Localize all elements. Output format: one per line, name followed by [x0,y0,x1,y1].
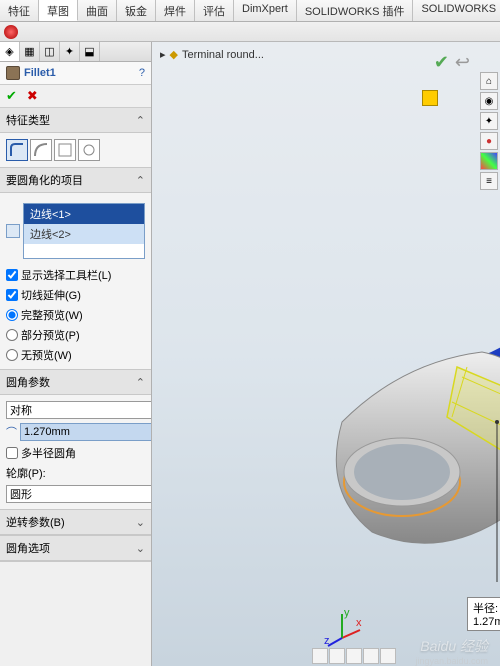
edge-item-2[interactable]: 边线<2> [24,224,144,244]
sidetab-config-icon[interactable]: ◫ [40,42,60,61]
callout-value: 1.27mm [473,616,500,628]
profile-select[interactable] [6,485,152,503]
section-reverse-header[interactable]: 逆转参数(B)⌄ [0,510,151,535]
section-items-header[interactable]: 要圆角化的项目⌃ [0,168,151,193]
view1-icon[interactable] [312,648,328,664]
type-full-icon[interactable] [78,139,100,161]
orientation-triad[interactable]: x y z [322,608,362,648]
svg-text:x: x [356,617,362,629]
3d-viewport[interactable]: ▸ ◆ Terminal round... ✔ ↩ ⌂ ◉ ✦ ● ≡ [152,42,500,666]
crumb-text: Terminal round... [182,49,264,61]
accept-button[interactable]: ✔ [6,88,17,104]
side-tab-bar: ◈ ▦ ◫ ✦ ⬓ [0,42,151,62]
home-icon[interactable]: ⌂ [480,72,498,90]
radius-icon: ⌒ [6,424,17,440]
view4-icon[interactable] [363,648,379,664]
top-tab-bar: 特征 草图 曲面 钣金 焊件 评估 DimXpert SOLIDWORKS 插件… [0,0,500,22]
cancel-button[interactable]: ✖ [27,88,38,104]
tab-surface[interactable]: 曲面 [78,0,117,21]
confirm-row: ✔ ✖ [0,85,151,108]
feature-name: Fillet1 [24,67,56,79]
svg-text:y: y [344,608,350,619]
tangent-label: 切线延伸(G) [21,287,81,303]
tab-dimxpert[interactable]: DimXpert [234,0,297,21]
model-render [302,162,500,582]
edge-listbox[interactable]: 边线<1> 边线<2> [23,203,145,259]
callout-label: 半径: [473,603,498,615]
type-variable-icon[interactable] [30,139,52,161]
view5-icon[interactable] [380,648,396,664]
compass-icon[interactable]: ✦ [480,112,498,130]
no-preview-label: 无预览(W) [21,347,72,363]
sidetab-display-icon[interactable]: ✦ [60,42,80,61]
tab-sheetmetal[interactable]: 钣金 [117,0,156,21]
tab-weldment[interactable]: 焊件 [156,0,195,21]
svg-text:z: z [324,635,330,647]
viewport-cancel-button[interactable]: ↩ [455,52,470,73]
flag-marker-icon[interactable] [422,90,438,106]
viewport-accept-button[interactable]: ✔ [434,52,449,73]
profile-label: 轮廓(P): [6,465,46,481]
breadcrumb[interactable]: ▸ ◆ Terminal round... [160,48,264,61]
watermark: Baidu 经验 [420,636,488,656]
help-icon[interactable]: ? [139,67,145,79]
sub-header [0,22,500,42]
full-preview-radio[interactable] [6,309,18,321]
tab-mbd[interactable]: SOLIDWORKS MBD [413,0,500,21]
tab-plugins[interactable]: SOLIDWORKS 插件 [297,0,414,21]
edge-item-1[interactable]: 边线<1> [24,204,144,224]
view-icon[interactable]: ◉ [480,92,498,110]
sidetab-property-icon[interactable]: ▦ [20,42,40,61]
no-preview-radio[interactable] [6,349,18,361]
viewport-confirm: ✔ ↩ [434,52,470,73]
show-toolbar-label: 显示选择工具栏(L) [21,267,111,283]
multi-radius-checkbox[interactable] [6,447,18,459]
fillet-icon [6,66,20,80]
section-options-header[interactable]: 圆角选项⌄ [0,536,151,561]
test-icon[interactable]: ● [480,132,498,150]
partial-preview-radio[interactable] [6,329,18,341]
partial-preview-label: 部分预览(P) [21,327,80,343]
record-icon[interactable] [4,25,18,39]
tab-sketch[interactable]: 草图 [39,0,78,21]
tab-evaluate[interactable]: 评估 [195,0,234,21]
view2-icon[interactable] [329,648,345,664]
type-const-radius-icon[interactable] [6,139,28,161]
radius-input[interactable] [20,423,152,441]
feature-header: Fillet1 ? [0,62,151,85]
sidetab-extra-icon[interactable]: ⬓ [80,42,100,61]
part-icon: ◆ [170,48,178,61]
section-type-header[interactable]: 特征类型⌃ [0,108,151,133]
section-params-header[interactable]: 圆角参数⌃ [0,370,151,395]
edge-select-icon [6,224,20,238]
view3-icon[interactable] [346,648,362,664]
show-toolbar-checkbox[interactable] [6,269,18,281]
radius-callout[interactable]: 半径: 1.27mm [467,597,500,631]
bottom-view-bar [312,648,396,664]
crumb-arrow-icon: ▸ [160,48,166,61]
type-face-icon[interactable] [54,139,76,161]
mode-select[interactable] [6,401,152,419]
tab-feature[interactable]: 特征 [0,0,39,21]
fillet-type-row [6,137,145,163]
multi-radius-label: 多半径圆角 [21,445,76,461]
watermark-url: jingyan.baidu.com [415,656,488,666]
tangent-checkbox[interactable] [6,289,18,301]
full-preview-label: 完整预览(W) [21,307,83,323]
sidetab-feature-tree-icon[interactable]: ◈ [0,42,20,61]
property-panel: ◈ ▦ ◫ ✦ ⬓ Fillet1 ? ✔ ✖ 特征类型⌃ [0,42,152,666]
